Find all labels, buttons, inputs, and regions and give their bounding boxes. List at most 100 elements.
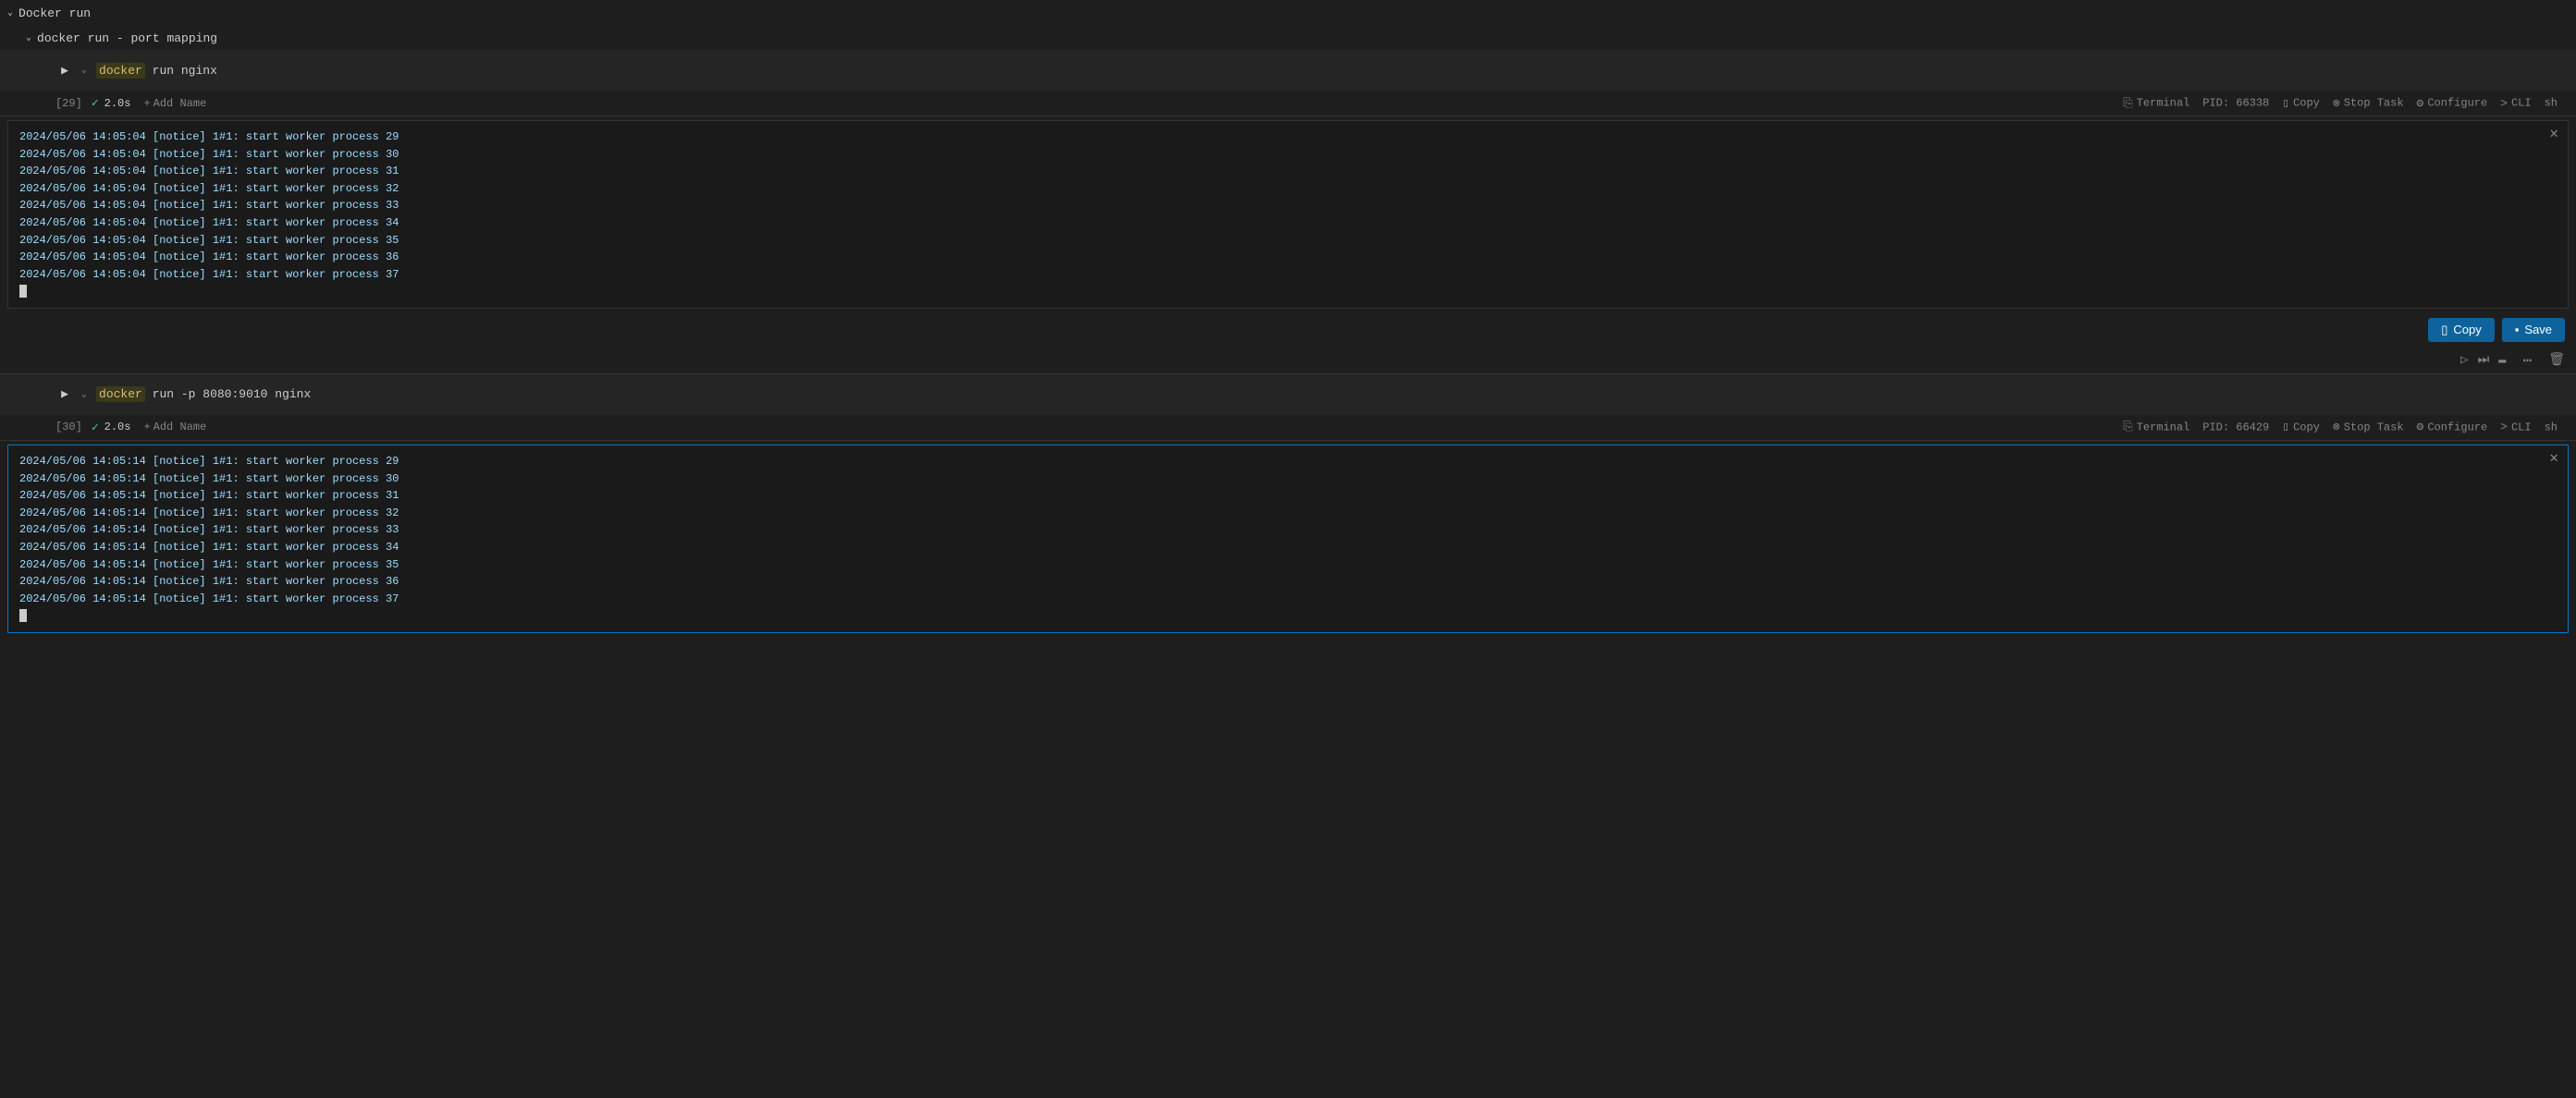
close-output-1[interactable]: ✕ xyxy=(2549,127,2558,141)
add-name-button-1[interactable]: + Add Name xyxy=(143,97,206,110)
copy-button-toolbar-2[interactable]: ▯ Copy xyxy=(2282,421,2320,434)
cmd-keyword-2: docker xyxy=(96,386,145,402)
add-name-button-2[interactable]: + Add Name xyxy=(143,421,206,433)
output-line-1-3: 2024/05/06 14:05:04 [notice] 1#1: start … xyxy=(19,163,2557,180)
task-play-button-2[interactable]: ▶ xyxy=(55,385,74,404)
configure-button-1[interactable]: ⚙ Configure xyxy=(2417,96,2488,110)
output-cursor-line-2 xyxy=(19,607,2557,625)
output-line-1-5: 2024/05/06 14:05:04 [notice] 1#1: start … xyxy=(19,197,2557,214)
task-duration-1: 2.0s xyxy=(104,97,131,110)
output-line-2-5: 2024/05/06 14:05:14 [notice] 1#1: start … xyxy=(19,521,2557,539)
output-panel-2: ✕ 2024/05/06 14:05:14 [notice] 1#1: star… xyxy=(7,445,2569,633)
output-line-1-9: 2024/05/06 14:05:04 [notice] 1#1: start … xyxy=(19,266,2557,284)
output-line-1-6: 2024/05/06 14:05:04 [notice] 1#1: start … xyxy=(19,214,2557,232)
task-play-button-1[interactable]: ▶ xyxy=(55,61,74,79)
stop-task-button-2[interactable]: ⊗ Stop Task xyxy=(2333,421,2404,434)
copy-icon-2: ▯ xyxy=(2282,421,2289,434)
terminal-label-1: Terminal xyxy=(2137,97,2190,110)
status-check-icon-1: ✓ xyxy=(92,96,99,110)
save-action-label-1: Save xyxy=(2524,323,2552,336)
task-toolbar-1: ⎘ Terminal PID: 66338 ▯ Copy ⊗ Stop Task… xyxy=(2123,96,2558,110)
task-toolbar-2: ⎘ Terminal PID: 66429 ▯ Copy ⊗ Stop Task… xyxy=(2123,421,2558,434)
subsection-label-port-mapping: docker run - port mapping xyxy=(37,31,217,45)
close-output-2[interactable]: ✕ xyxy=(2549,451,2558,466)
plus-icon-1: + xyxy=(143,97,150,110)
task-command-2: docker run -p 8080:9010 nginx xyxy=(96,387,311,401)
cmd-rest-2: run -p 8080:9010 nginx xyxy=(153,387,312,401)
configure-label-1: Configure xyxy=(2427,97,2487,110)
output-cursor-line-1 xyxy=(19,283,2557,300)
sh-label-2: sh xyxy=(2545,421,2558,433)
copy-icon-1: ▯ xyxy=(2282,96,2289,110)
output-line-1-7: 2024/05/06 14:05:04 [notice] 1#1: start … xyxy=(19,232,2557,250)
chevron-down-icon: ⌄ xyxy=(7,7,13,18)
copy-button-toolbar-1[interactable]: ▯ Copy xyxy=(2282,96,2320,110)
skip-forward-btn-1[interactable]: ⏭ xyxy=(2478,353,2490,368)
layout-btn-1[interactable]: ▬ xyxy=(2498,353,2506,368)
output-line-2-1: 2024/05/06 14:05:14 [notice] 1#1: start … xyxy=(19,453,2557,470)
task-status-row-2: [30] ✓ 2.0s + Add Name ⎘ Terminal PID: 6… xyxy=(0,415,2576,441)
copy-action-label-1: Copy xyxy=(2453,323,2481,336)
section-label-docker-run: Docker run xyxy=(18,6,91,20)
forward-btn-1[interactable]: ▷ xyxy=(2460,352,2468,368)
cli-button-2[interactable]: > CLI xyxy=(2500,421,2531,434)
action-buttons-row-1: ▯ Copy ▪ Save xyxy=(0,312,2576,348)
pid-label-2: PID: 66429 xyxy=(2202,421,2269,433)
configure-label-2: Configure xyxy=(2427,421,2487,433)
task-runner: ⌄ Docker run ⌄ docker run - port mapping… xyxy=(0,0,2576,1098)
terminal-button-2[interactable]: ⎘ Terminal xyxy=(2123,421,2190,434)
cmd-rest-1: run nginx xyxy=(153,64,217,78)
gear-icon-1: ⚙ xyxy=(2417,96,2424,110)
output-line-2-4: 2024/05/06 14:05:14 [notice] 1#1: start … xyxy=(19,505,2557,522)
task-command-row-2: ▶ ⌄ docker run -p 8080:9010 nginx xyxy=(0,374,2576,415)
task-index-2: [30] xyxy=(55,421,82,433)
cmd-keyword-1: docker xyxy=(96,63,145,79)
cursor-2 xyxy=(19,609,27,622)
cli-button-1[interactable]: > CLI xyxy=(2500,96,2531,110)
plus-icon-2: + xyxy=(143,421,150,433)
sh-label-1: sh xyxy=(2545,97,2558,110)
output-line-1-1: 2024/05/06 14:05:04 [notice] 1#1: start … xyxy=(19,128,2557,146)
cli-label-1: CLI xyxy=(2511,97,2532,110)
pid-label-1: PID: 66338 xyxy=(2202,97,2269,110)
cli-icon-2: > xyxy=(2500,421,2508,434)
terminal-icon-2: ⎘ xyxy=(2123,421,2132,434)
output-line-2-7: 2024/05/06 14:05:14 [notice] 1#1: start … xyxy=(19,556,2557,574)
subsection-header-port-mapping[interactable]: ⌄ docker run - port mapping xyxy=(0,26,2576,50)
task-chevron-1[interactable]: ⌄ xyxy=(81,65,87,76)
task-block-1: ▶ ⌄ docker run nginx [29] ✓ 2.0s + Add N… xyxy=(0,50,2576,373)
task-chevron-2[interactable]: ⌄ xyxy=(81,389,87,400)
copy-label-1: Copy xyxy=(2293,97,2320,110)
output-line-2-9: 2024/05/06 14:05:14 [notice] 1#1: start … xyxy=(19,591,2557,608)
gear-icon-2: ⚙ xyxy=(2417,421,2424,434)
cli-icon-1: > xyxy=(2500,96,2508,110)
add-name-label-1: Add Name xyxy=(153,97,207,110)
chevron-down-icon-sub: ⌄ xyxy=(26,32,31,43)
task-duration-2: 2.0s xyxy=(104,421,131,433)
add-name-label-2: Add Name xyxy=(153,421,207,433)
save-action-button-1[interactable]: ▪ Save xyxy=(2502,318,2565,342)
terminal-label-2: Terminal xyxy=(2137,421,2190,433)
output-panel-1: ✕ 2024/05/06 14:05:04 [notice] 1#1: star… xyxy=(7,120,2569,309)
output-line-2-8: 2024/05/06 14:05:14 [notice] 1#1: start … xyxy=(19,573,2557,591)
task-command-row-1: ▶ ⌄ docker run nginx xyxy=(0,50,2576,91)
stop-task-button-1[interactable]: ⊗ Stop Task xyxy=(2333,96,2404,110)
copy-label-2: Copy xyxy=(2293,421,2320,433)
terminal-button-1[interactable]: ⎘ Terminal xyxy=(2123,96,2190,110)
task-status-row-1: [29] ✓ 2.0s + Add Name ⎘ Terminal PID: 6… xyxy=(0,91,2576,116)
mini-toolbar-1: ▷ ⏭ ▬ ⋯ 🗑 xyxy=(0,348,2576,373)
task-block-2: ▶ ⌄ docker run -p 8080:9010 nginx [30] ✓… xyxy=(0,374,2576,637)
stop-icon-1: ⊗ xyxy=(2333,96,2340,110)
cursor-1 xyxy=(19,285,27,298)
task-index-1: [29] xyxy=(55,97,82,110)
output-line-2-2: 2024/05/06 14:05:14 [notice] 1#1: start … xyxy=(19,470,2557,488)
more-options-btn-1[interactable]: ⋯ xyxy=(2516,351,2540,370)
section-header-docker-run[interactable]: ⌄ Docker run xyxy=(0,0,2576,26)
copy-action-button-1[interactable]: ▯ Copy xyxy=(2428,318,2495,342)
output-line-1-2: 2024/05/06 14:05:04 [notice] 1#1: start … xyxy=(19,146,2557,164)
stop-icon-2: ⊗ xyxy=(2333,421,2340,434)
cli-label-2: CLI xyxy=(2511,421,2532,433)
trash-btn-1[interactable]: 🗑 xyxy=(2548,352,2565,368)
output-line-1-8: 2024/05/06 14:05:04 [notice] 1#1: start … xyxy=(19,249,2557,266)
configure-button-2[interactable]: ⚙ Configure xyxy=(2417,421,2488,434)
